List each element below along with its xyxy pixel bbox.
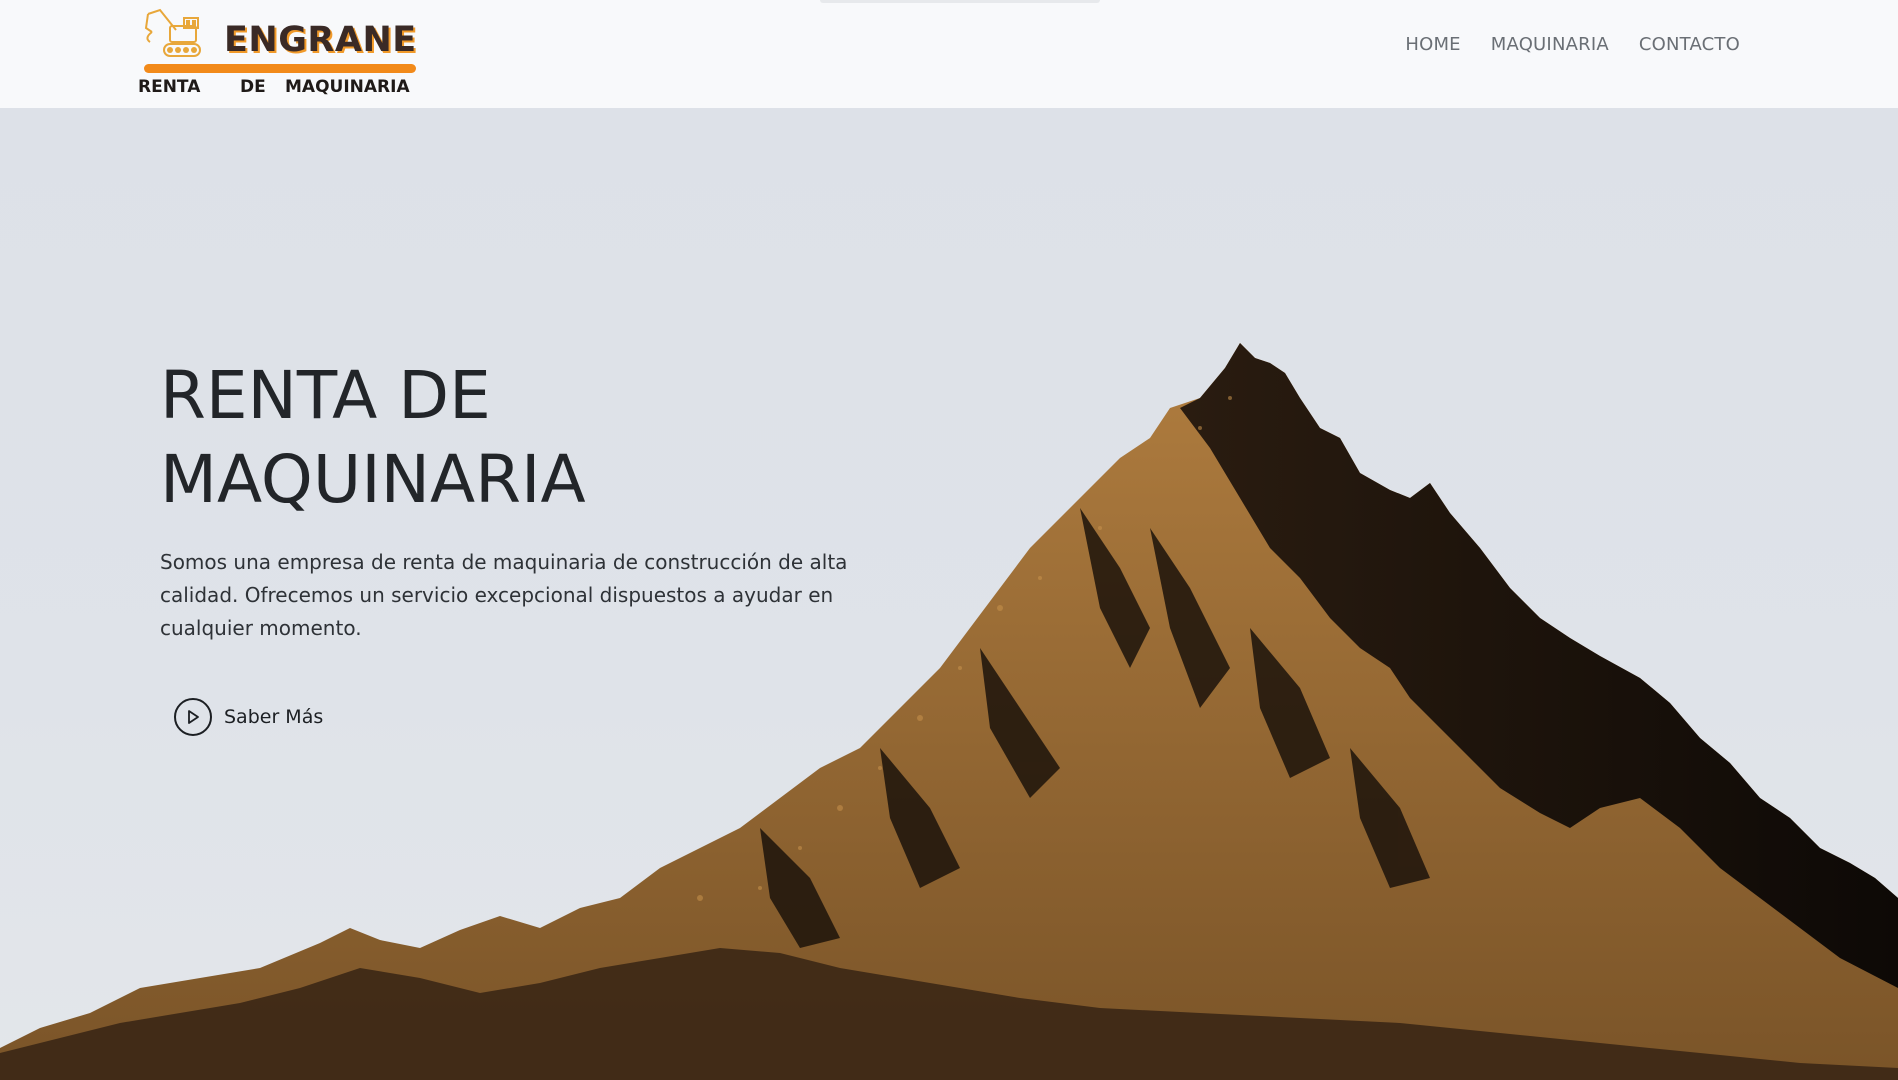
navbar-shadow-strip	[820, 0, 1100, 3]
main-navigation: HOME MAQUINARIA CONTACTO	[1405, 34, 1740, 55]
hero-section: RENTA DE MAQUINARIA Somos una empresa de…	[0, 108, 1898, 1080]
logo-brand-text: ENGRANE	[224, 20, 417, 60]
logo-underline-bar	[144, 64, 416, 73]
excavator-icon	[144, 8, 201, 57]
hero-title-line: RENTA DE	[160, 357, 491, 434]
saber-mas-label: Saber Más	[224, 706, 324, 728]
top-navbar: ENGRANE RENTA DE MAQUINARIA HOME MAQUINA…	[0, 0, 1898, 108]
play-circle-icon	[174, 698, 212, 736]
hero-title-line: MAQUINARIA	[160, 441, 586, 518]
nav-link-maquinaria[interactable]: MAQUINARIA	[1491, 34, 1609, 55]
hero-description: Somos una empresa de renta de maquinaria…	[160, 550, 848, 640]
nav-link-home[interactable]: HOME	[1405, 34, 1460, 55]
logo-tagline-word: RENTA	[138, 77, 201, 97]
logo-tagline-word: DE	[240, 77, 266, 97]
saber-mas-button[interactable]: Saber Más	[174, 698, 323, 736]
logo-tagline-word: MAQUINARIA	[285, 77, 410, 97]
site-logo[interactable]: ENGRANE RENTA DE MAQUINARIA	[138, 8, 430, 100]
hero-title: RENTA DE MAQUINARIA	[160, 354, 920, 522]
nav-link-contacto[interactable]: CONTACTO	[1639, 34, 1740, 55]
